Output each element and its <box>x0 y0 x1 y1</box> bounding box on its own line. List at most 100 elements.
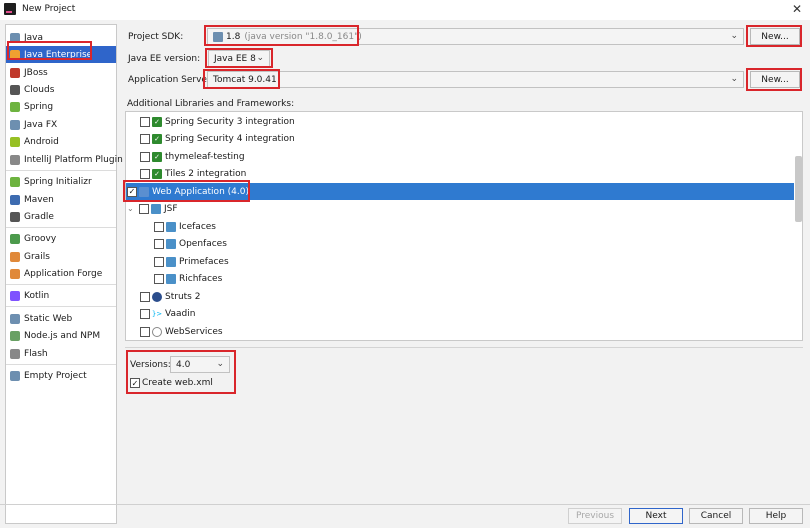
framework-checkbox[interactable] <box>154 238 164 249</box>
sidebar-item[interactable]: Clouds <box>6 81 116 98</box>
maven-icon <box>10 194 20 205</box>
kotlin-icon <box>10 290 20 301</box>
framework-checkbox[interactable] <box>140 168 150 179</box>
framework-checkbox[interactable] <box>139 203 149 214</box>
highlight-new-server <box>746 68 802 91</box>
jsf-icon <box>166 273 176 284</box>
sdk-label: Project SDK: <box>128 32 184 42</box>
frameworks-tree: ✓ Spring Security 3 integration ✓ Spring Se… <box>125 111 803 341</box>
previous-button[interactable]: Previous <box>568 508 622 524</box>
vaadin-icon: }> <box>151 309 163 318</box>
framework-row[interactable]: Richfaces <box>126 270 794 287</box>
framework-row[interactable]: Icefaces <box>126 218 794 235</box>
highlight-web-application <box>123 180 250 202</box>
sidebar-item-label: Grails <box>24 251 50 262</box>
cancel-button[interactable]: Cancel <box>689 508 743 524</box>
sidebar-item[interactable]: Gradle <box>6 208 116 225</box>
ee-version-label: Java EE version: <box>128 54 201 64</box>
sidebar-item[interactable]: Java FX <box>6 116 116 133</box>
sidebar-item[interactable]: Groovy <box>6 230 116 247</box>
framework-label: Primefaces <box>179 256 229 267</box>
globe-icon <box>152 326 162 337</box>
sidebar-item[interactable]: Empty Project <box>6 367 116 384</box>
sidebar-separator <box>6 284 116 285</box>
groovy-icon <box>10 233 20 244</box>
sidebar-item-label: Flash <box>24 348 48 359</box>
nodejs-icon <box>10 330 20 341</box>
spring-initializr-icon <box>10 176 20 187</box>
sidebar-item[interactable]: Spring Initializr <box>6 173 116 190</box>
struts-icon <box>152 291 162 302</box>
framework-checkbox[interactable] <box>140 308 150 319</box>
framework-label: Openfaces <box>179 238 227 249</box>
sidebar-item-label: Gradle <box>24 211 54 222</box>
sidebar-item[interactable]: Application Forge <box>6 265 116 282</box>
expand-icon[interactable]: ⌄ <box>127 204 135 213</box>
framework-checkbox[interactable] <box>154 256 164 267</box>
framework-row[interactable]: Struts 2 <box>126 288 794 305</box>
highlight-sdk <box>204 25 359 46</box>
framework-checkbox[interactable] <box>154 221 164 232</box>
sidebar-separator <box>6 364 116 365</box>
close-icon[interactable]: ✕ <box>792 2 802 16</box>
framework-label: thymeleaf-testing <box>165 151 245 162</box>
sidebar-item[interactable]: Android <box>6 133 116 150</box>
sidebar-item[interactable]: Kotlin <box>6 287 116 304</box>
sidebar-item[interactable]: IntelliJ Platform Plugin <box>6 151 123 168</box>
framework-checkbox[interactable] <box>140 291 150 302</box>
plugin-icon <box>10 154 20 165</box>
framework-checkbox[interactable] <box>154 273 164 284</box>
framework-row[interactable]: WebServices <box>126 323 794 340</box>
footer-divider <box>0 504 810 505</box>
framework-checkbox[interactable] <box>140 116 150 127</box>
server-select[interactable]: Tomcat 9.0.41 ⌄ <box>207 71 744 88</box>
sidebar-separator <box>6 227 116 228</box>
sidebar-item[interactable]: Maven <box>6 191 116 208</box>
framework-label: WebServices <box>165 326 223 337</box>
chevron-down-icon: ⌄ <box>730 74 738 84</box>
framework-checkbox[interactable] <box>140 326 150 337</box>
sidebar-item-label: Empty Project <box>24 370 87 381</box>
framework-label: JSF <box>164 203 178 214</box>
framework-row[interactable]: Primefaces <box>126 253 794 270</box>
sidebar-item[interactable]: Flash <box>6 345 116 362</box>
jsf-icon <box>166 256 176 267</box>
tree-scrollbar[interactable] <box>795 156 802 222</box>
framework-label: Vaadin <box>165 308 196 319</box>
framework-row[interactable]: Openfaces <box>126 235 794 252</box>
highlight-new-sdk <box>746 25 802 47</box>
sidebar-separator <box>6 306 116 307</box>
sidebar-item-label: Application Forge <box>24 268 103 279</box>
sidebar-item[interactable]: Grails <box>6 248 116 265</box>
spring-icon <box>10 101 20 112</box>
framework-label: Spring Security 4 integration <box>165 133 295 144</box>
javafx-icon <box>10 119 20 130</box>
sidebar-item[interactable]: Static Web <box>6 310 116 327</box>
sidebar-item[interactable]: Spring <box>6 98 116 115</box>
framework-row[interactable]: ✓ Spring Security 3 integration <box>126 113 794 130</box>
help-button[interactable]: Help <box>749 508 803 524</box>
framework-checkbox[interactable] <box>140 133 150 144</box>
sidebar-item-label: Clouds <box>24 84 55 95</box>
sidebar-item[interactable]: Node.js and NPM <box>6 327 116 344</box>
jboss-icon <box>10 67 20 78</box>
grails-icon <box>10 251 20 262</box>
green-check-icon: ✓ <box>152 116 162 127</box>
sidebar-item-label: Kotlin <box>24 290 50 301</box>
sidebar-item[interactable]: JBoss <box>6 64 116 81</box>
framework-label: Struts 2 <box>165 291 201 302</box>
clouds-icon <box>10 84 20 95</box>
framework-label: Tiles 2 integration <box>165 168 247 179</box>
framework-row[interactable]: ⌄ JSF <box>126 200 794 217</box>
framework-row[interactable]: }> Vaadin <box>126 305 794 322</box>
sidebar-item-label: Maven <box>24 194 54 205</box>
jsf-icon <box>151 203 161 214</box>
next-button[interactable]: Next <box>629 508 683 524</box>
highlight-ee-version <box>205 48 273 68</box>
sidebar-item-label: Spring Initializr <box>24 176 92 187</box>
framework-row[interactable]: ✓ thymeleaf-testing <box>126 148 794 165</box>
framework-checkbox[interactable] <box>140 151 150 162</box>
window-title: New Project <box>22 4 76 14</box>
sidebar-separator <box>6 170 116 171</box>
framework-row[interactable]: ✓ Spring Security 4 integration <box>126 130 794 147</box>
